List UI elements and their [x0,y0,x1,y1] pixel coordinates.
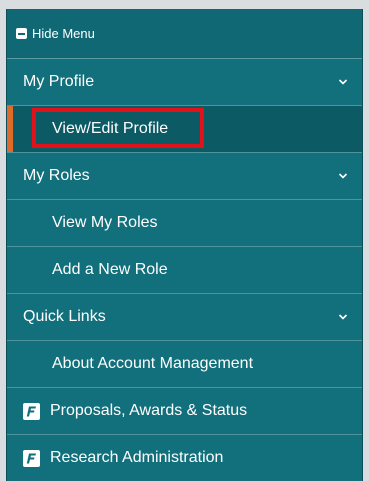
section-my-roles[interactable]: My Roles [7,153,362,200]
section-quick-links[interactable]: Quick Links [7,294,362,341]
chevron-down-icon [338,173,348,179]
section-label: Quick Links [23,308,106,325]
section-label: My Profile [23,73,95,90]
active-indicator [7,106,13,152]
menu-item-view-edit-profile[interactable]: View/Edit Profile [7,106,362,153]
section-label: My Roles [23,167,90,184]
window-frame: Hide Menu My Profile View/Edit Profile M… [0,0,369,481]
f-badge-icon [23,449,40,467]
menu-item-label: Add a New Role [52,261,168,278]
hide-menu-button[interactable]: Hide Menu [7,9,362,59]
f-badge-icon [23,402,40,420]
side-menu: Hide Menu My Profile View/Edit Profile M… [6,9,363,481]
hide-menu-label: Hide Menu [32,26,95,41]
chevron-down-icon [338,79,348,85]
chevron-down-icon [338,314,348,320]
menu-item-add-new-role[interactable]: Add a New Role [7,247,362,294]
menu-item-label: View/Edit Profile [52,120,169,137]
link-label: Proposals, Awards & Status [50,402,248,419]
link-proposals-awards-status[interactable]: Proposals, Awards & Status [7,388,362,435]
menu-item-about-account-management[interactable]: About Account Management [7,341,362,388]
menu-item-label: View My Roles [52,214,158,231]
menu-item-label: About Account Management [52,355,254,372]
section-my-profile[interactable]: My Profile [7,59,362,106]
minus-box-icon [16,28,27,39]
menu-item-view-my-roles[interactable]: View My Roles [7,200,362,247]
link-label: Research Administration [50,449,224,466]
link-research-administration[interactable]: Research Administration [7,435,362,481]
